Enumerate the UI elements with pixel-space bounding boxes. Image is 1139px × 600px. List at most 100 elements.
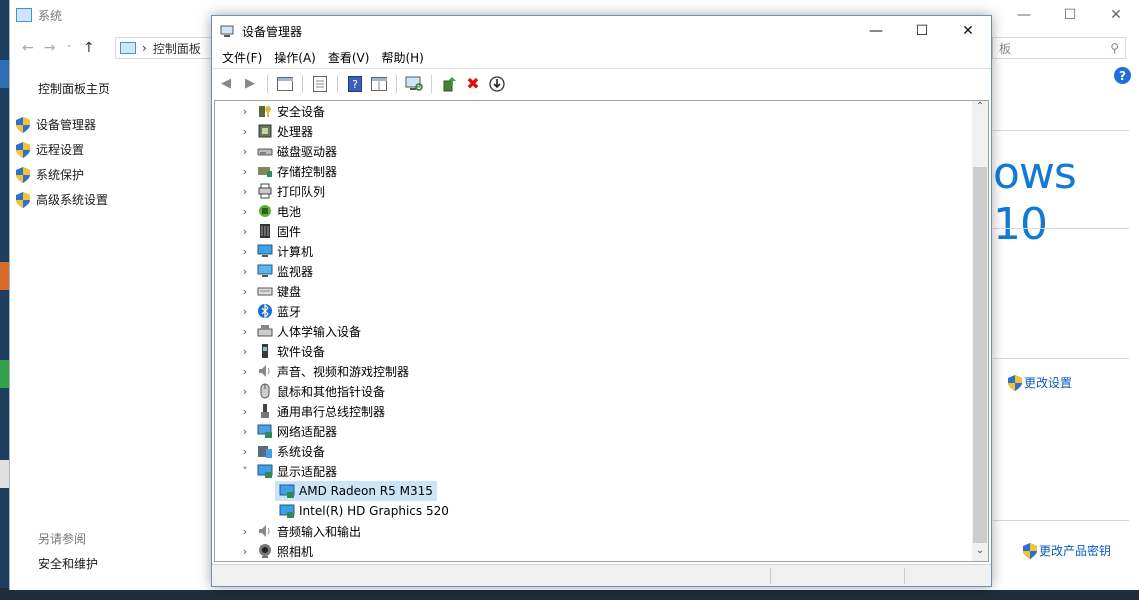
network-adapter-icon — [257, 424, 272, 438]
breadcrumb-control-panel[interactable]: 控制面板 — [153, 40, 201, 57]
device-category[interactable]: › 人体学输入设备 — [237, 321, 365, 341]
device-category[interactable]: › 存储控制器 — [237, 161, 341, 181]
minimize-button[interactable]: — — [1001, 0, 1047, 30]
device-category[interactable]: ˅ 显示适配器 — [237, 461, 341, 481]
disable-device-icon[interactable] — [487, 74, 507, 94]
device-category[interactable]: › 鼠标和其他指针设备 — [237, 381, 389, 401]
breadcrumb[interactable]: › 控制面板 — [115, 37, 225, 59]
system-device-icon — [258, 446, 272, 458]
device-category[interactable]: › 计算机 — [237, 241, 317, 261]
search-icon[interactable]: ⚲ — [1110, 41, 1119, 55]
chevron-right-icon[interactable]: › — [237, 445, 253, 458]
forward-icon[interactable]: ▶ — [240, 74, 260, 94]
chevron-right-icon[interactable]: › — [237, 325, 253, 338]
chevron-right-icon[interactable]: › — [237, 305, 253, 318]
back-arrow-icon[interactable]: ← — [22, 40, 34, 56]
chevron-right-icon[interactable]: › — [237, 345, 253, 358]
change-settings-link[interactable]: 更改设置 — [1008, 374, 1072, 391]
minimize-button[interactable]: — — [853, 16, 899, 46]
device-category[interactable]: › 固件 — [237, 221, 305, 241]
storage-controller-icon — [258, 167, 272, 177]
system-protection-link[interactable]: 系统保护 — [16, 166, 84, 183]
chevron-right-icon[interactable]: › — [237, 545, 253, 558]
scroll-down-icon[interactable]: ⌄ — [972, 545, 988, 561]
device-tree: › 安全设备 › 处理器 › 磁盘驱动器 › 存储控制器 › 打印队列 › 电池 › 固件 › 计算机 › 监视器… — [214, 100, 989, 562]
device-category[interactable]: › 软件设备 — [237, 341, 329, 361]
software-device-icon — [262, 344, 268, 358]
scrollbar-thumb[interactable] — [973, 167, 987, 543]
advanced-settings-link[interactable]: 高级系统设置 — [16, 191, 108, 208]
chevron-right-icon[interactable]: › — [237, 205, 253, 218]
properties-icon[interactable] — [310, 74, 330, 94]
close-button[interactable]: ✕ — [1093, 0, 1139, 30]
chevron-down-icon[interactable]: ˅ — [237, 465, 253, 478]
search-input[interactable]: 板 ⚲ — [992, 37, 1126, 59]
device-category[interactable]: › 处理器 — [237, 121, 317, 141]
chevron-right-icon[interactable]: › — [237, 225, 253, 238]
chevron-right-icon[interactable]: › — [237, 425, 253, 438]
maximize-button[interactable]: ☐ — [899, 16, 945, 46]
divider — [993, 228, 1129, 229]
device-category[interactable]: › 系统设备 — [237, 441, 329, 461]
recent-dropdown-icon[interactable]: ⌄ — [65, 40, 73, 56]
chevron-right-icon[interactable]: › — [237, 285, 253, 298]
chevron-right-icon[interactable]: › — [237, 265, 253, 278]
device-category[interactable]: › 电池 — [237, 201, 305, 221]
scan-hardware-icon[interactable] — [404, 74, 424, 94]
device-category[interactable]: › 通用串行总线控制器 — [237, 401, 389, 421]
scroll-up-icon[interactable]: ⌃ — [972, 101, 988, 117]
forward-arrow-icon[interactable]: → — [44, 40, 56, 56]
device-manager-link[interactable]: 设备管理器 — [16, 116, 96, 133]
device-item[interactable]: Intel(R) HD Graphics 520 — [275, 501, 453, 521]
chevron-right-icon[interactable]: › — [237, 185, 253, 198]
device-item[interactable]: AMD Radeon R5 M315 — [275, 481, 437, 501]
device-label: 固件 — [277, 224, 302, 239]
menu-view[interactable]: 查看(V) — [322, 49, 376, 66]
up-arrow-icon[interactable]: ↑ — [83, 40, 95, 56]
show-hide-tree-icon[interactable] — [275, 74, 295, 94]
help-topic-icon[interactable]: ? — [345, 74, 365, 94]
windows-brand-logo: ows 10 — [993, 148, 1077, 250]
device-label: Intel(R) HD Graphics 520 — [299, 504, 449, 518]
chevron-right-icon[interactable]: › — [237, 145, 253, 158]
update-driver-icon[interactable] — [439, 74, 459, 94]
device-category[interactable]: › 键盘 — [237, 281, 305, 301]
system-window-title: 系统 — [38, 8, 63, 23]
device-category[interactable]: › 磁盘驱动器 — [237, 141, 341, 161]
security-maintenance-link[interactable]: 安全和维护 — [38, 555, 98, 572]
chevron-right-icon[interactable]: › — [237, 245, 253, 258]
toolbar: ◀ ▶ ? ✖ — [212, 68, 991, 98]
mouse-icon — [260, 383, 270, 399]
device-category[interactable]: › 蓝牙 — [237, 301, 305, 321]
remote-settings-link[interactable]: 远程设置 — [16, 141, 84, 158]
chevron-right-icon[interactable]: › — [237, 385, 253, 398]
device-category[interactable]: › 网络适配器 — [237, 421, 341, 441]
maximize-button[interactable]: ☐ — [1047, 0, 1093, 30]
menu-help[interactable]: 帮助(H) — [375, 49, 429, 66]
device-label: 显示适配器 — [277, 464, 338, 479]
chevron-right-icon[interactable]: › — [237, 165, 253, 178]
menu-bar: 文件(F) 操作(A) 查看(V) 帮助(H) — [212, 46, 991, 68]
back-icon[interactable]: ◀ — [216, 74, 236, 94]
menu-file[interactable]: 文件(F) — [216, 49, 268, 66]
control-panel-home-link[interactable]: 控制面板主页 — [38, 80, 110, 97]
chevron-right-icon[interactable]: › — [237, 405, 253, 418]
device-category[interactable]: › 音频输入和输出 — [237, 521, 365, 541]
menu-action[interactable]: 操作(A) — [268, 49, 322, 66]
chevron-right-icon[interactable]: › — [237, 105, 253, 118]
device-category[interactable]: › 声音、视频和游戏控制器 — [237, 361, 413, 381]
device-category[interactable]: › 照相机 — [237, 541, 317, 561]
device-category[interactable]: › 监视器 — [237, 261, 317, 281]
chevron-right-icon[interactable]: › — [237, 125, 253, 138]
device-label: AMD Radeon R5 M315 — [299, 484, 433, 498]
device-category[interactable]: › 打印队列 — [237, 181, 329, 201]
change-product-key-link[interactable]: 更改产品密钥 — [1023, 542, 1111, 559]
device-category[interactable]: › 安全设备 — [237, 101, 329, 121]
close-button[interactable]: ✕ — [945, 16, 991, 46]
chevron-right-icon[interactable]: › — [237, 365, 253, 378]
chevron-right-icon[interactable]: › — [237, 525, 253, 538]
details-view-icon[interactable] — [369, 74, 389, 94]
vertical-scrollbar[interactable]: ⌃ ⌄ — [972, 101, 988, 561]
uninstall-icon[interactable]: ✖ — [463, 74, 483, 94]
help-icon[interactable]: ? — [1114, 67, 1131, 84]
